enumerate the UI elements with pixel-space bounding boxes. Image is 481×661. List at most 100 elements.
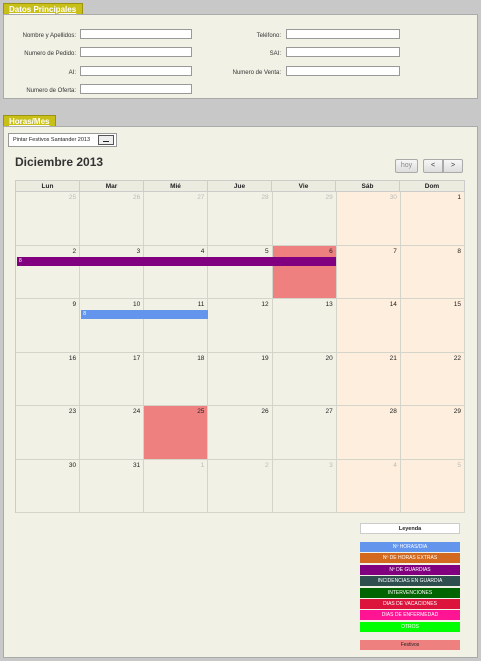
day-number: 3 bbox=[329, 461, 333, 469]
calendar-day[interactable]: 1 bbox=[400, 192, 465, 246]
calendar-day[interactable]: 22 bbox=[400, 352, 465, 406]
calendar-grid: Lun Mar Mié Jue Vie Sáb Dom 25 26 27 28 29 30… bbox=[15, 180, 465, 513]
calendar-week: 9 10 11 12 13 14 15 8 bbox=[16, 299, 465, 353]
oferta-label: Numero de Oferta: bbox=[26, 88, 76, 94]
calendar-day[interactable]: 30 bbox=[336, 192, 401, 246]
weekday-sat: Sáb bbox=[336, 181, 400, 192]
calendar-day[interactable]: 18 bbox=[144, 352, 209, 406]
calendar-day[interactable]: 25 bbox=[144, 406, 209, 460]
weekday-sun: Dom bbox=[424, 183, 440, 190]
calendar-day[interactable]: 27 bbox=[144, 192, 209, 246]
day-number: 24 bbox=[133, 408, 141, 415]
calendar-day[interactable]: 17 bbox=[80, 352, 145, 406]
calendar-day[interactable]: 15 bbox=[400, 299, 465, 353]
weekday-thu: Jue bbox=[208, 181, 272, 192]
day-number: 31 bbox=[133, 461, 141, 469]
venta-input[interactable] bbox=[286, 66, 400, 76]
legend-items: Nº HORAS/DIA Nº DE HORAS EXTRAS Nº DE GUAR… bbox=[360, 542, 460, 632]
calendar-day[interactable]: 4 bbox=[144, 245, 209, 299]
legend-item: DIAS DE ENFERMEDAD bbox=[360, 610, 460, 621]
nombre-label: Nombre y Apellidos: bbox=[22, 33, 76, 39]
legend-item: Nº HORAS/DIA bbox=[360, 542, 460, 552]
calendar-day[interactable]: 2 bbox=[208, 459, 273, 513]
al-label: AI: bbox=[68, 70, 76, 76]
pintar-festivos-label: Pintar Festivos Santander 2013 bbox=[13, 137, 91, 143]
calendar-day[interactable]: 16 bbox=[16, 352, 81, 406]
calendar-day[interactable]: 3 bbox=[272, 459, 337, 513]
calendar-day[interactable]: 21 bbox=[336, 352, 401, 406]
pedido-input[interactable] bbox=[80, 47, 192, 57]
calendar-day[interactable]: 31 bbox=[80, 459, 145, 513]
legend-item: Nº DE GUARDIAS bbox=[360, 564, 460, 575]
legend-title: Leyenda bbox=[360, 523, 460, 534]
calendar-day[interactable]: 19 bbox=[208, 352, 273, 406]
calendar-day[interactable]: 29 bbox=[272, 192, 337, 246]
calendar-day[interactable]: 30 bbox=[16, 459, 81, 513]
al-input[interactable] bbox=[80, 66, 192, 76]
day-number: 2 bbox=[264, 461, 269, 469]
calendar-day[interactable]: 8 bbox=[400, 245, 465, 299]
next-month-button[interactable]: > bbox=[443, 159, 463, 173]
datos-principales-title: Datos Principales bbox=[9, 5, 77, 14]
calendar-day[interactable]: 12 bbox=[208, 299, 273, 353]
day-number: 11 bbox=[197, 301, 205, 308]
calendar-body: 25 26 27 28 29 30 1 2 3 4 5 6 7 8 8 9 10 11 12 13 14 15 8 16 17 1… bbox=[15, 192, 465, 513]
horas-mes-tab[interactable]: Horas/Mes bbox=[3, 115, 57, 126]
calendar-day[interactable]: 3 bbox=[80, 245, 145, 299]
calendar-day[interactable]: 28 bbox=[208, 192, 273, 246]
pedido-label: Numero de Pedido: bbox=[24, 51, 76, 57]
oferta-input[interactable] bbox=[80, 84, 192, 94]
day-number: 29 bbox=[325, 194, 333, 201]
calendar-day[interactable]: 23 bbox=[16, 406, 81, 460]
day-number: 5 bbox=[264, 247, 269, 255]
calendar-day[interactable]: 13 bbox=[272, 299, 337, 353]
minimize-icon[interactable] bbox=[98, 135, 114, 145]
day-number: 3 bbox=[136, 247, 141, 255]
calendar-day[interactable]: 9 bbox=[16, 299, 81, 353]
weekday-header: Lun Mar Mié Jue Vie Sáb Dom bbox=[15, 180, 465, 192]
calendar-week: 16 17 18 19 20 21 22 bbox=[16, 352, 465, 406]
calendar-day[interactable]: 14 bbox=[336, 299, 401, 353]
calendar-day[interactable]: 2 bbox=[16, 245, 81, 299]
pintar-festivos-button[interactable]: Pintar Festivos Santander 2013 bbox=[8, 133, 117, 147]
weekday-mon: Lun bbox=[16, 181, 80, 192]
legend: Leyenda Nº HORAS/DIA Nº DE HORAS EXTRAS Nº… bbox=[360, 523, 460, 651]
horas-mes-title: Horas/Mes bbox=[9, 117, 50, 126]
weekday-tue: Mar bbox=[80, 181, 144, 192]
legend-item: INTERVENCIONES bbox=[360, 587, 460, 598]
today-button[interactable]: hoy bbox=[395, 159, 418, 173]
calendar-day[interactable]: 27 bbox=[272, 406, 337, 460]
calendar-day[interactable]: 25 bbox=[16, 192, 81, 246]
day-number: 1 bbox=[457, 194, 461, 201]
calendar-event-bar[interactable]: 8 bbox=[17, 256, 337, 266]
day-number: 19 bbox=[261, 354, 269, 362]
day-number: 13 bbox=[325, 301, 333, 308]
calendar-day[interactable]: 20 bbox=[272, 352, 337, 406]
calendar-day[interactable]: 11 bbox=[144, 299, 209, 353]
calendar-day[interactable]: 6 bbox=[272, 245, 337, 299]
sai-input[interactable] bbox=[286, 47, 400, 57]
calendar-day[interactable]: 5 bbox=[208, 245, 273, 299]
chevron-left-icon: < bbox=[430, 162, 436, 169]
calendar-day[interactable]: 10 bbox=[80, 299, 145, 353]
nombre-input[interactable] bbox=[80, 29, 192, 39]
calendar-day[interactable]: 26 bbox=[208, 406, 273, 460]
telefono-input[interactable] bbox=[286, 29, 400, 39]
chevron-right-icon: > bbox=[450, 162, 456, 169]
calendar-day[interactable]: 4 bbox=[336, 459, 401, 513]
calendar-day[interactable]: 28 bbox=[336, 406, 401, 460]
datos-principales-tab[interactable]: Datos Principales bbox=[3, 3, 84, 14]
calendar-day[interactable]: 29 bbox=[400, 406, 465, 460]
prev-month-button[interactable]: < bbox=[423, 159, 443, 173]
calendar-day[interactable]: 7 bbox=[336, 245, 401, 299]
calendar-event-bar[interactable]: 8 bbox=[81, 310, 208, 319]
day-number: 28 bbox=[389, 408, 397, 415]
venta-label: Numero de Venta: bbox=[232, 70, 281, 76]
calendar-day[interactable]: 24 bbox=[80, 406, 145, 460]
calendar-day[interactable]: 5 bbox=[400, 459, 465, 513]
calendar-day[interactable]: 26 bbox=[80, 192, 145, 246]
calendar-day[interactable]: 1 bbox=[144, 459, 209, 513]
day-number: 27 bbox=[325, 408, 333, 415]
day-number: 4 bbox=[200, 247, 205, 255]
sai-label: SAI: bbox=[269, 51, 281, 57]
